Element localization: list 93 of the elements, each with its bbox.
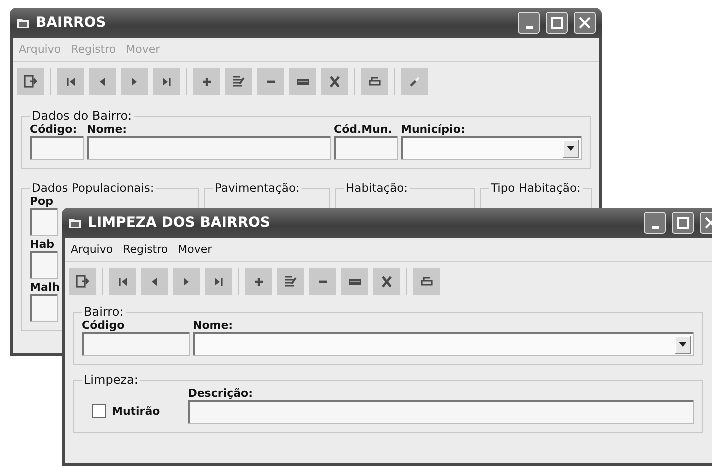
field-label: Nome: xyxy=(87,123,128,136)
minimize-icon xyxy=(652,226,658,228)
field-label: Cód.Mun. xyxy=(334,123,394,136)
group-label: Habitação: xyxy=(345,181,410,195)
toolbar-button[interactable] xyxy=(257,68,284,95)
input-field[interactable] xyxy=(30,251,58,279)
caret-icon xyxy=(679,342,687,347)
minimize-button[interactable] xyxy=(518,12,540,34)
checkbox[interactable] xyxy=(92,404,106,418)
bar-icon xyxy=(296,78,310,86)
cancel-icon xyxy=(380,276,392,288)
input-field[interactable] xyxy=(82,332,190,356)
group-label: Tipo Habitação: xyxy=(490,181,582,195)
window-title: BAIRROS xyxy=(36,15,108,31)
window-title: LIMPEZA DOS BAIRROS xyxy=(88,215,272,231)
toolbar-button[interactable] xyxy=(225,68,252,95)
toolbar-button[interactable] xyxy=(141,268,168,295)
toolbar-button[interactable] xyxy=(17,68,44,95)
caret-icon xyxy=(567,146,575,151)
edit-icon xyxy=(232,76,245,87)
first-record-icon xyxy=(118,276,128,286)
printer-icon xyxy=(420,277,432,286)
toolbar-button[interactable] xyxy=(153,68,180,95)
menu-item[interactable]: Registro xyxy=(123,243,168,256)
field-label: Malh xyxy=(30,281,58,294)
cancel-icon xyxy=(328,76,340,88)
combo-box[interactable] xyxy=(401,136,582,160)
field-label: Código xyxy=(82,319,126,332)
minimize-button[interactable] xyxy=(644,212,666,234)
input-field[interactable] xyxy=(30,208,58,236)
input-field[interactable] xyxy=(30,294,58,322)
field-label: Código: xyxy=(30,123,78,136)
toolbar-button[interactable] xyxy=(69,268,96,295)
group-label: Pavimentação: xyxy=(214,181,301,195)
toolbar-button[interactable] xyxy=(277,268,304,295)
toolbar-button[interactable] xyxy=(57,68,84,95)
field-label: Pop xyxy=(30,195,54,208)
toolbar-button[interactable] xyxy=(121,68,148,95)
toolbar-button[interactable] xyxy=(341,268,368,295)
printer-icon xyxy=(368,77,380,86)
field-label: Município: xyxy=(401,123,466,136)
exit-icon xyxy=(76,275,89,288)
input-field[interactable] xyxy=(188,400,694,424)
close-button[interactable] xyxy=(574,12,596,34)
checkbox-label: Mutirão xyxy=(112,404,160,418)
toolbar-button[interactable] xyxy=(361,68,388,95)
menu-item[interactable]: Mover xyxy=(178,243,212,256)
toolbar-button[interactable] xyxy=(109,268,136,295)
toolbar-button[interactable] xyxy=(245,268,272,295)
close-icon xyxy=(579,17,591,29)
previous-icon xyxy=(151,276,158,286)
previous-icon xyxy=(99,76,106,86)
toolbar-button[interactable] xyxy=(321,68,348,95)
menu-item[interactable]: Arquivo xyxy=(71,243,114,256)
input-field[interactable] xyxy=(334,136,398,160)
field-label: Nome: xyxy=(193,319,234,332)
toolbar-button[interactable] xyxy=(413,268,440,295)
brush-icon xyxy=(410,76,420,86)
field-label: Descrição: xyxy=(188,387,254,400)
last-record-icon xyxy=(214,276,224,286)
window-icon xyxy=(68,217,82,229)
maximize-icon xyxy=(677,217,689,229)
combo-box[interactable] xyxy=(193,332,694,356)
field-label: Hab xyxy=(30,238,56,251)
group-label: Dados Populacionais: xyxy=(31,181,156,195)
last-record-icon xyxy=(162,76,172,86)
input-field[interactable] xyxy=(87,136,331,160)
toolbar-button[interactable] xyxy=(309,268,336,295)
toolbar-button[interactable] xyxy=(205,268,232,295)
minus-icon xyxy=(318,280,328,284)
toolbar-button[interactable] xyxy=(173,268,200,295)
group-label: Bairro: xyxy=(83,305,125,319)
first-record-icon xyxy=(66,76,76,86)
window-icon xyxy=(16,17,30,29)
exit-icon xyxy=(24,75,37,88)
edit-icon xyxy=(284,276,297,287)
minimize-icon xyxy=(526,26,532,28)
next-icon xyxy=(131,76,138,86)
toolbar-button[interactable] xyxy=(373,268,400,295)
toolbar-button[interactable] xyxy=(89,68,116,95)
plus-icon xyxy=(254,276,264,286)
minus-icon xyxy=(266,80,276,84)
next-icon xyxy=(183,276,190,286)
toolbar-button[interactable] xyxy=(289,68,316,95)
toolbar-button[interactable] xyxy=(193,68,220,95)
bar-icon xyxy=(348,278,362,286)
input-field[interactable] xyxy=(30,136,84,160)
group-label: Dados do Bairro: xyxy=(31,109,134,123)
maximize-button[interactable] xyxy=(672,212,694,234)
maximize-icon xyxy=(551,17,563,29)
maximize-button[interactable] xyxy=(546,12,568,34)
plus-icon xyxy=(202,76,212,86)
group-label: Limpeza: xyxy=(83,373,140,387)
